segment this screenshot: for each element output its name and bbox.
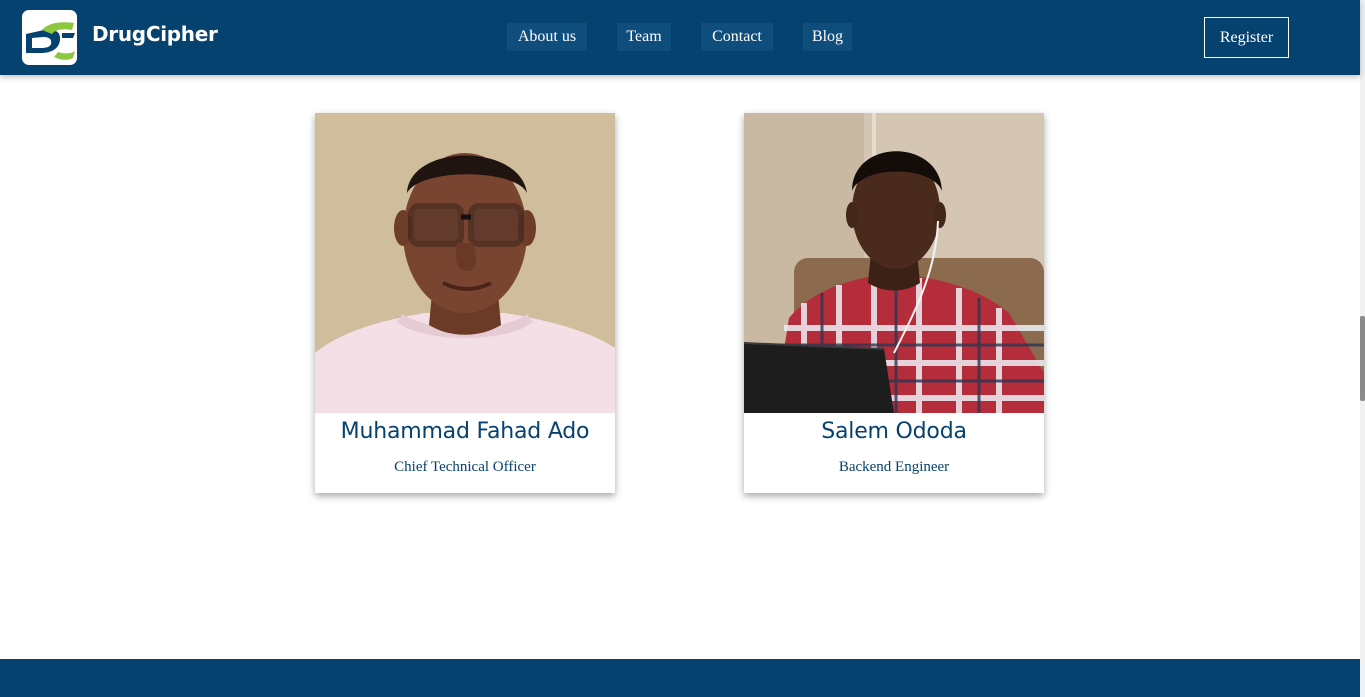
team-member-role: Chief Technical Officer: [394, 459, 536, 475]
team-member-name: Muhammad Fahad Ado: [340, 419, 590, 444]
nav-about-us[interactable]: About us: [507, 23, 587, 51]
scrollbar-thumb[interactable]: [1360, 316, 1365, 401]
register-button[interactable]: Register: [1204, 17, 1289, 58]
top-navbar: DrugCipher About us Team Contact Blog Re…: [0, 0, 1360, 75]
team-member-card: Muhammad Fahad Ado Chief Technical Offic…: [315, 113, 615, 493]
team-member-photo: [315, 113, 615, 413]
nav-blog[interactable]: Blog: [803, 23, 852, 51]
team-member-photo: [744, 113, 1044, 413]
drugcipher-logo-icon[interactable]: [22, 10, 77, 65]
team-member-name: Salem Ododa: [821, 419, 967, 444]
footer: [0, 659, 1360, 697]
brand-name[interactable]: DrugCipher: [92, 22, 218, 46]
nav-contact[interactable]: Contact: [701, 23, 773, 51]
team-member-card: Salem Ododa Backend Engineer: [744, 113, 1044, 493]
nav-team[interactable]: Team: [617, 23, 671, 51]
team-member-role: Backend Engineer: [838, 459, 950, 475]
